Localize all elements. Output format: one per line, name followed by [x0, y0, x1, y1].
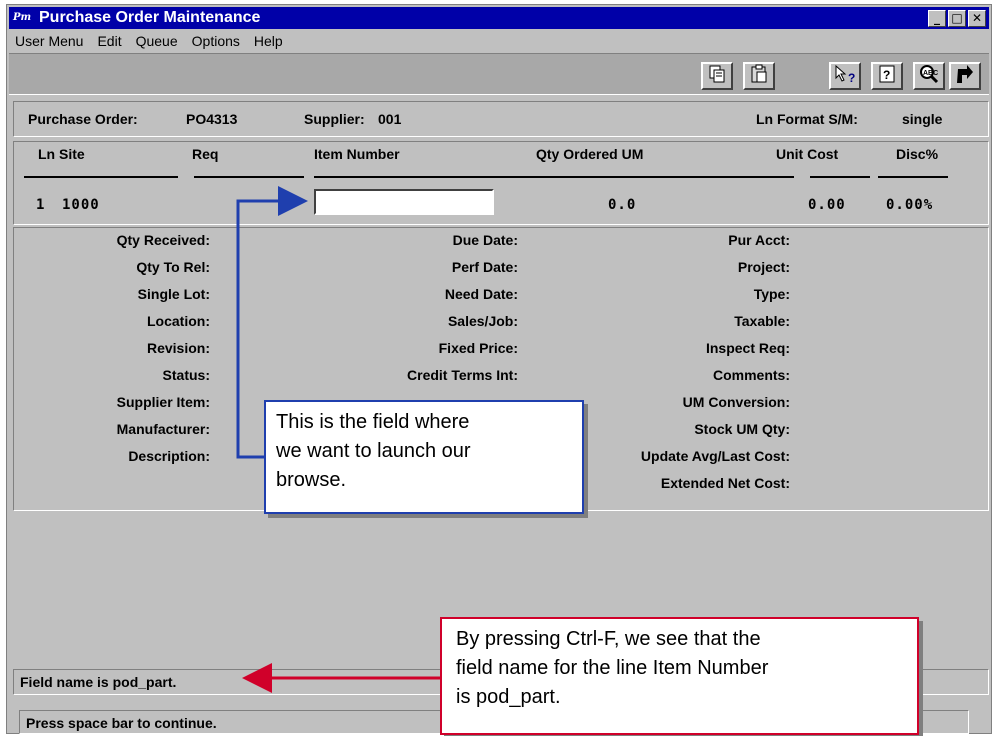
menu-bar: User Menu Edit Queue Options Help: [9, 30, 989, 52]
status-label: Status:: [162, 367, 210, 383]
callout-line: is pod_part.: [456, 686, 561, 708]
divider: [878, 176, 948, 178]
window-controls: _ □ ✕: [928, 10, 986, 27]
purchase-order-value[interactable]: PO4313: [186, 111, 237, 127]
line-number: 1: [36, 197, 46, 213]
whats-this-icon[interactable]: ?: [829, 62, 861, 90]
spell-check-icon[interactable]: ABC: [913, 62, 945, 90]
comments-label: Comments:: [712, 367, 790, 383]
field-name-message: Field name is pod_part.: [20, 674, 177, 690]
description-label: Description:: [128, 448, 210, 464]
maximize-button[interactable]: □: [948, 10, 966, 27]
disc-value[interactable]: 0.00%: [886, 197, 933, 213]
type-label: Type:: [753, 286, 790, 302]
title-bar[interactable]: Pm Purchase Order Maintenance _ □ ✕: [9, 7, 989, 29]
need-date-label: Need Date:: [444, 286, 518, 302]
project-label: Project:: [737, 259, 790, 275]
help-icon[interactable]: ?: [871, 62, 903, 90]
callout-line: This is the field where: [276, 411, 470, 433]
divider: [314, 176, 794, 178]
manufacturer-label: Manufacturer:: [116, 421, 210, 437]
app-logo-icon: Pm: [13, 12, 32, 23]
callout-line: field name for the line Item Number: [456, 657, 769, 679]
toolbar: ? ? ABC: [9, 53, 989, 95]
svg-text:?: ?: [883, 68, 890, 82]
single-lot-label: Single Lot:: [137, 286, 210, 302]
column-disc: Disc%: [896, 146, 939, 162]
callout-line: By pressing Ctrl-F, we see that the: [456, 628, 761, 650]
divider: [810, 176, 870, 178]
inspect-req-label: Inspect Req:: [705, 340, 790, 356]
pur-acct-label: Pur Acct:: [728, 232, 790, 248]
paste-icon[interactable]: [743, 62, 775, 90]
menu-user-menu[interactable]: User Menu: [15, 33, 83, 49]
continue-prompt: Press space bar to continue.: [26, 715, 217, 731]
update-avg-last-cost-label: Update Avg/Last Cost:: [640, 448, 790, 464]
supplier-item-label: Supplier Item:: [116, 394, 210, 410]
svg-text:?: ?: [848, 71, 855, 84]
line-items-grid: Ln Site Req Item Number Qty Ordered UM U…: [13, 141, 989, 225]
column-item-number: Item Number: [314, 146, 400, 162]
ln-format-label: Ln Format S/M:: [756, 111, 858, 127]
sales-job-label: Sales/Job:: [447, 313, 518, 329]
line-site[interactable]: 1000: [62, 197, 100, 213]
taxable-label: Taxable:: [734, 313, 790, 329]
unit-cost-value[interactable]: 0.00: [808, 197, 846, 213]
menu-help[interactable]: Help: [254, 33, 283, 49]
back-icon[interactable]: [949, 62, 981, 90]
callout-line: browse.: [276, 469, 347, 491]
revision-label: Revision:: [146, 340, 210, 356]
stock-um-qty-label: Stock UM Qty:: [694, 421, 790, 437]
supplier-label: Supplier:: [304, 111, 365, 127]
menu-options[interactable]: Options: [192, 33, 240, 49]
qty-received-label: Qty Received:: [116, 232, 210, 248]
callout-line: we want to launch our: [276, 440, 471, 462]
qty-ordered-value[interactable]: 0.0: [608, 197, 636, 213]
svg-text:ABC: ABC: [923, 70, 938, 77]
credit-terms-int-label: Credit Terms Int:: [407, 367, 518, 383]
window-title: Purchase Order Maintenance: [39, 9, 261, 26]
due-date-label: Due Date:: [452, 232, 518, 248]
um-conversion-label: UM Conversion:: [682, 394, 790, 410]
perf-date-label: Perf Date:: [451, 259, 518, 275]
po-header-panel: Purchase Order: PO4313 Supplier: 001 Ln …: [13, 101, 989, 137]
field-name-callout: By pressing Ctrl-F, we see that the fiel…: [440, 617, 919, 735]
qty-to-rel-label: Qty To Rel:: [136, 259, 210, 275]
column-req: Req: [192, 146, 219, 162]
menu-queue[interactable]: Queue: [136, 33, 178, 49]
close-button[interactable]: ✕: [968, 10, 986, 27]
menu-edit[interactable]: Edit: [97, 33, 121, 49]
column-qty-ordered-um: Qty Ordered UM: [536, 146, 644, 162]
divider: [24, 176, 178, 178]
item-field-callout: This is the field where we want to launc…: [264, 400, 584, 514]
supplier-value[interactable]: 001: [378, 111, 401, 127]
column-unit-cost: Unit Cost: [776, 146, 839, 162]
location-label: Location:: [147, 313, 210, 329]
divider: [194, 176, 304, 178]
purchase-order-label: Purchase Order:: [28, 111, 138, 127]
copy-icon[interactable]: [701, 62, 733, 90]
column-ln-site: Ln Site: [38, 146, 85, 162]
fixed-price-label: Fixed Price:: [438, 340, 518, 356]
extended-net-cost-label: Extended Net Cost:: [660, 475, 790, 491]
ln-format-value[interactable]: single: [902, 111, 942, 127]
item-number-input[interactable]: [314, 189, 494, 215]
minimize-button[interactable]: _: [928, 10, 946, 27]
